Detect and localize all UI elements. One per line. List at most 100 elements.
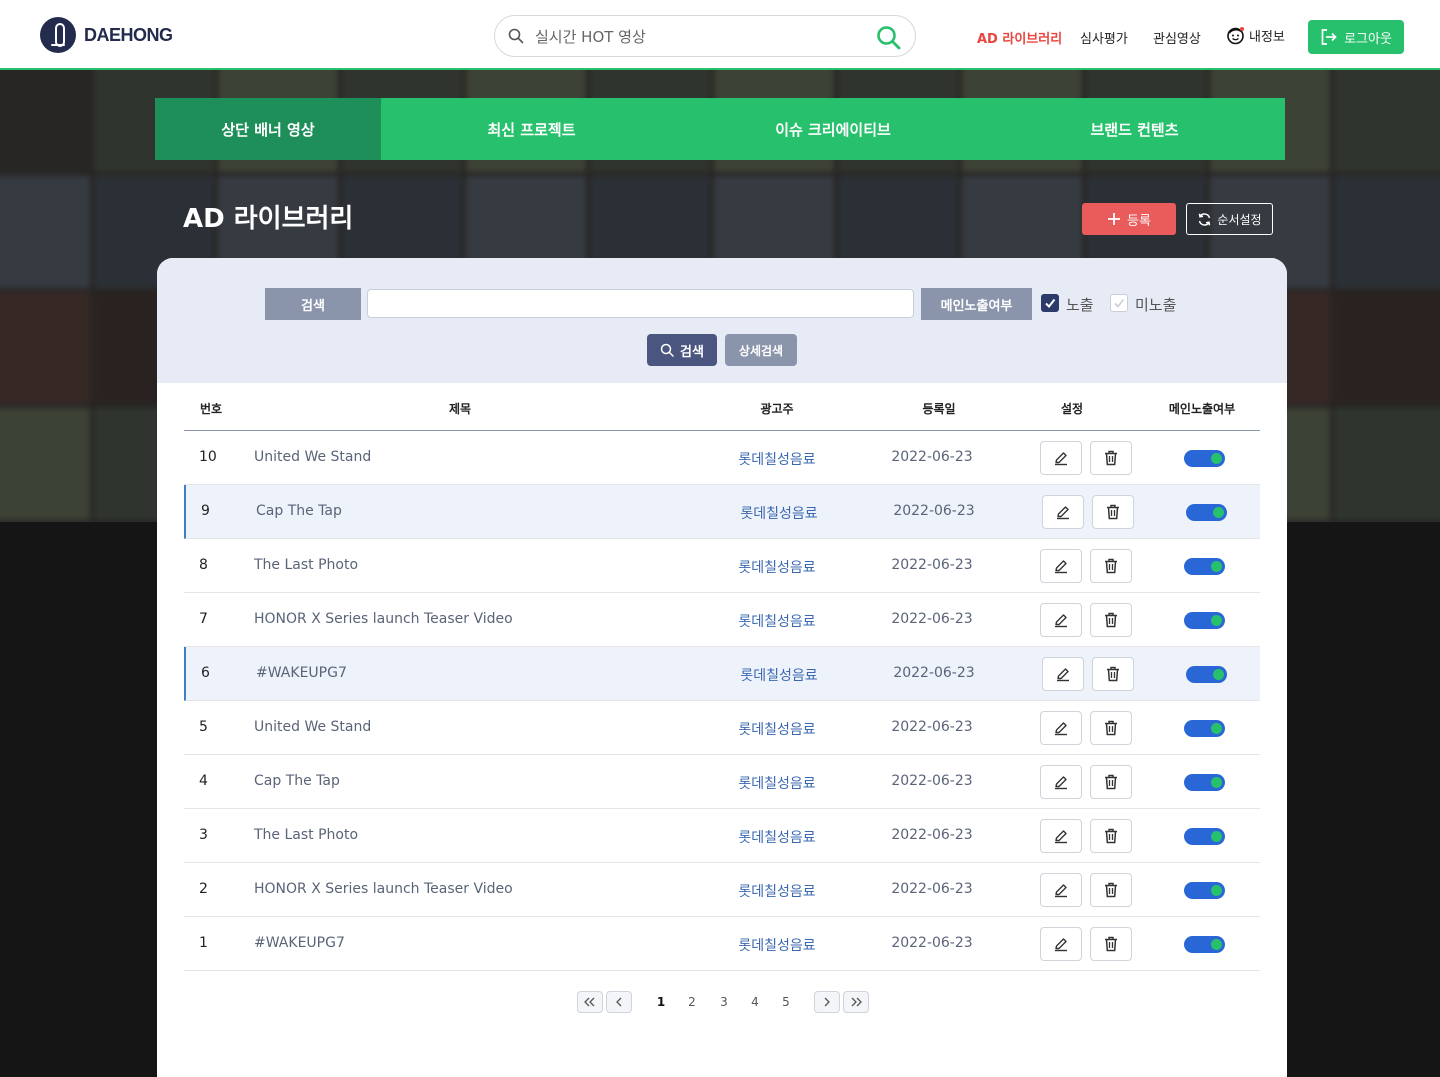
search-submit-icon[interactable] (875, 24, 903, 52)
tab-top-banner[interactable]: 상단 배너 영상 (155, 98, 381, 160)
nav-my-info[interactable]: 내정보 (1226, 26, 1285, 45)
keyword-input[interactable] (367, 289, 914, 318)
tab-latest-projects[interactable]: 최신 프로젝트 (381, 98, 682, 160)
main-exposure-toggle[interactable] (1186, 666, 1227, 683)
trash-icon (1105, 774, 1117, 790)
table-row: 2 HONOR X Series launch Teaser Video 롯데칠성음… (184, 863, 1260, 917)
edit-button[interactable] (1042, 657, 1084, 691)
tab-brand-contents[interactable]: 브랜드 컨텐츠 (984, 98, 1285, 160)
pagination: 1 2 3 4 5 (157, 991, 1287, 1015)
main-exposure-toggle[interactable] (1184, 612, 1225, 629)
row-advertiser[interactable]: 롯데칠성음료 (738, 719, 815, 739)
search-button[interactable]: 검색 (647, 334, 717, 366)
page-number[interactable]: 1 (657, 995, 665, 1009)
plus-icon (1108, 213, 1121, 225)
row-advertiser[interactable]: 롯데칠성음료 (738, 449, 815, 469)
first-page-icon[interactable] (577, 991, 603, 1013)
logout-icon (1321, 29, 1337, 45)
exposed-checkbox[interactable] (1041, 294, 1059, 312)
user-face-icon (1227, 27, 1244, 45)
search-icon (508, 28, 524, 48)
row-advertiser[interactable]: 롯데칠성음료 (738, 611, 815, 631)
edit-button[interactable] (1040, 549, 1082, 583)
main-exposure-toggle[interactable] (1184, 720, 1225, 737)
page-number[interactable]: 5 (782, 995, 790, 1009)
trash-icon (1105, 936, 1117, 952)
exposed-label: 노출 (1066, 296, 1094, 314)
keyword-label: 검색 (265, 288, 361, 320)
row-title[interactable]: United We Stand (254, 449, 371, 465)
main-exposure-toggle[interactable] (1184, 558, 1225, 575)
row-title[interactable]: United We Stand (254, 719, 371, 735)
row-title[interactable]: Cap The Tap (256, 503, 342, 519)
trash-icon (1107, 666, 1119, 682)
edit-button[interactable] (1040, 603, 1082, 637)
main-exposure-toggle[interactable] (1186, 504, 1227, 521)
page-number[interactable]: 3 (720, 995, 728, 1009)
brand-logo[interactable]: DAEHONG (40, 17, 173, 53)
main-exposure-toggle[interactable] (1184, 774, 1225, 791)
delete-button[interactable] (1090, 711, 1132, 745)
next-page-icon[interactable] (814, 991, 840, 1013)
col-main-exposure: 메인노출여부 (1168, 402, 1236, 416)
row-title[interactable]: HONOR X Series launch Teaser Video (254, 881, 513, 897)
register-button[interactable]: 등록 (1082, 203, 1176, 235)
order-settings-button[interactable]: 순서설정 (1186, 203, 1273, 235)
pencil-icon (1057, 668, 1069, 682)
last-page-icon[interactable] (843, 991, 869, 1013)
row-advertiser[interactable]: 롯데칠성음료 (738, 773, 815, 793)
edit-button[interactable] (1042, 495, 1084, 529)
row-advertiser[interactable]: 롯데칠성음료 (738, 827, 815, 847)
row-title[interactable]: #WAKEUPG7 (256, 665, 347, 681)
main-exposure-toggle[interactable] (1184, 882, 1225, 899)
row-title[interactable]: The Last Photo (254, 557, 358, 573)
check-icon (1045, 298, 1056, 309)
table-row: 9 Cap The Tap 롯데칠성음료 2022-06-23 (184, 485, 1260, 539)
detail-search-button[interactable]: 상세검색 (725, 334, 797, 366)
delete-button[interactable] (1090, 819, 1132, 853)
pencil-icon (1057, 506, 1069, 520)
row-advertiser[interactable]: 롯데칠성음료 (740, 665, 817, 685)
delete-button[interactable] (1092, 495, 1134, 529)
global-search (494, 15, 916, 57)
delete-button[interactable] (1090, 441, 1132, 475)
main-exposure-toggle[interactable] (1184, 828, 1225, 845)
nav-review[interactable]: 심사평가 (1080, 28, 1128, 47)
row-advertiser[interactable]: 롯데칠성음료 (738, 935, 815, 955)
row-title[interactable]: Cap The Tap (254, 773, 340, 789)
delete-button[interactable] (1090, 549, 1132, 583)
page-number[interactable]: 4 (751, 995, 759, 1009)
row-title[interactable]: #WAKEUPG7 (254, 935, 345, 951)
table-row: 7 HONOR X Series launch Teaser Video 롯데칠성음… (184, 593, 1260, 647)
global-search-input[interactable] (535, 24, 855, 50)
tab-issue-creative[interactable]: 이슈 크리에이티브 (682, 98, 984, 160)
delete-button[interactable] (1090, 603, 1132, 637)
row-advertiser[interactable]: 롯데칠성음료 (738, 557, 815, 577)
row-advertiser[interactable]: 롯데칠성음료 (738, 881, 815, 901)
library-panel: 검색 메인노출여부 노출 미노출 검색 상세검색 번호 제목 광고주 등록일 설… (157, 258, 1287, 1077)
delete-button[interactable] (1090, 765, 1132, 799)
logout-button[interactable]: 로그아웃 (1308, 20, 1404, 54)
main-exposure-toggle[interactable] (1184, 450, 1225, 467)
edit-button[interactable] (1040, 927, 1082, 961)
edit-button[interactable] (1040, 819, 1082, 853)
page-number[interactable]: 2 (688, 995, 696, 1009)
delete-button[interactable] (1092, 657, 1134, 691)
row-title[interactable]: HONOR X Series launch Teaser Video (254, 611, 513, 627)
row-advertiser[interactable]: 롯데칠성음료 (740, 503, 817, 523)
main-exposure-toggle[interactable] (1184, 936, 1225, 953)
edit-button[interactable] (1040, 441, 1082, 475)
nav-ad-library[interactable]: AD 라이브러리 (977, 28, 1062, 47)
prev-page-icon[interactable] (606, 991, 632, 1013)
table-row: 3 The Last Photo 롯데칠성음료 2022-06-23 (184, 809, 1260, 863)
nav-favorites[interactable]: 관심영상 (1153, 28, 1201, 47)
row-date: 2022-06-23 (891, 557, 973, 573)
logo-icon (40, 17, 76, 53)
edit-button[interactable] (1040, 873, 1082, 907)
delete-button[interactable] (1090, 927, 1132, 961)
edit-button[interactable] (1040, 765, 1082, 799)
hidden-checkbox[interactable] (1110, 294, 1128, 312)
row-title[interactable]: The Last Photo (254, 827, 358, 843)
edit-button[interactable] (1040, 711, 1082, 745)
delete-button[interactable] (1090, 873, 1132, 907)
